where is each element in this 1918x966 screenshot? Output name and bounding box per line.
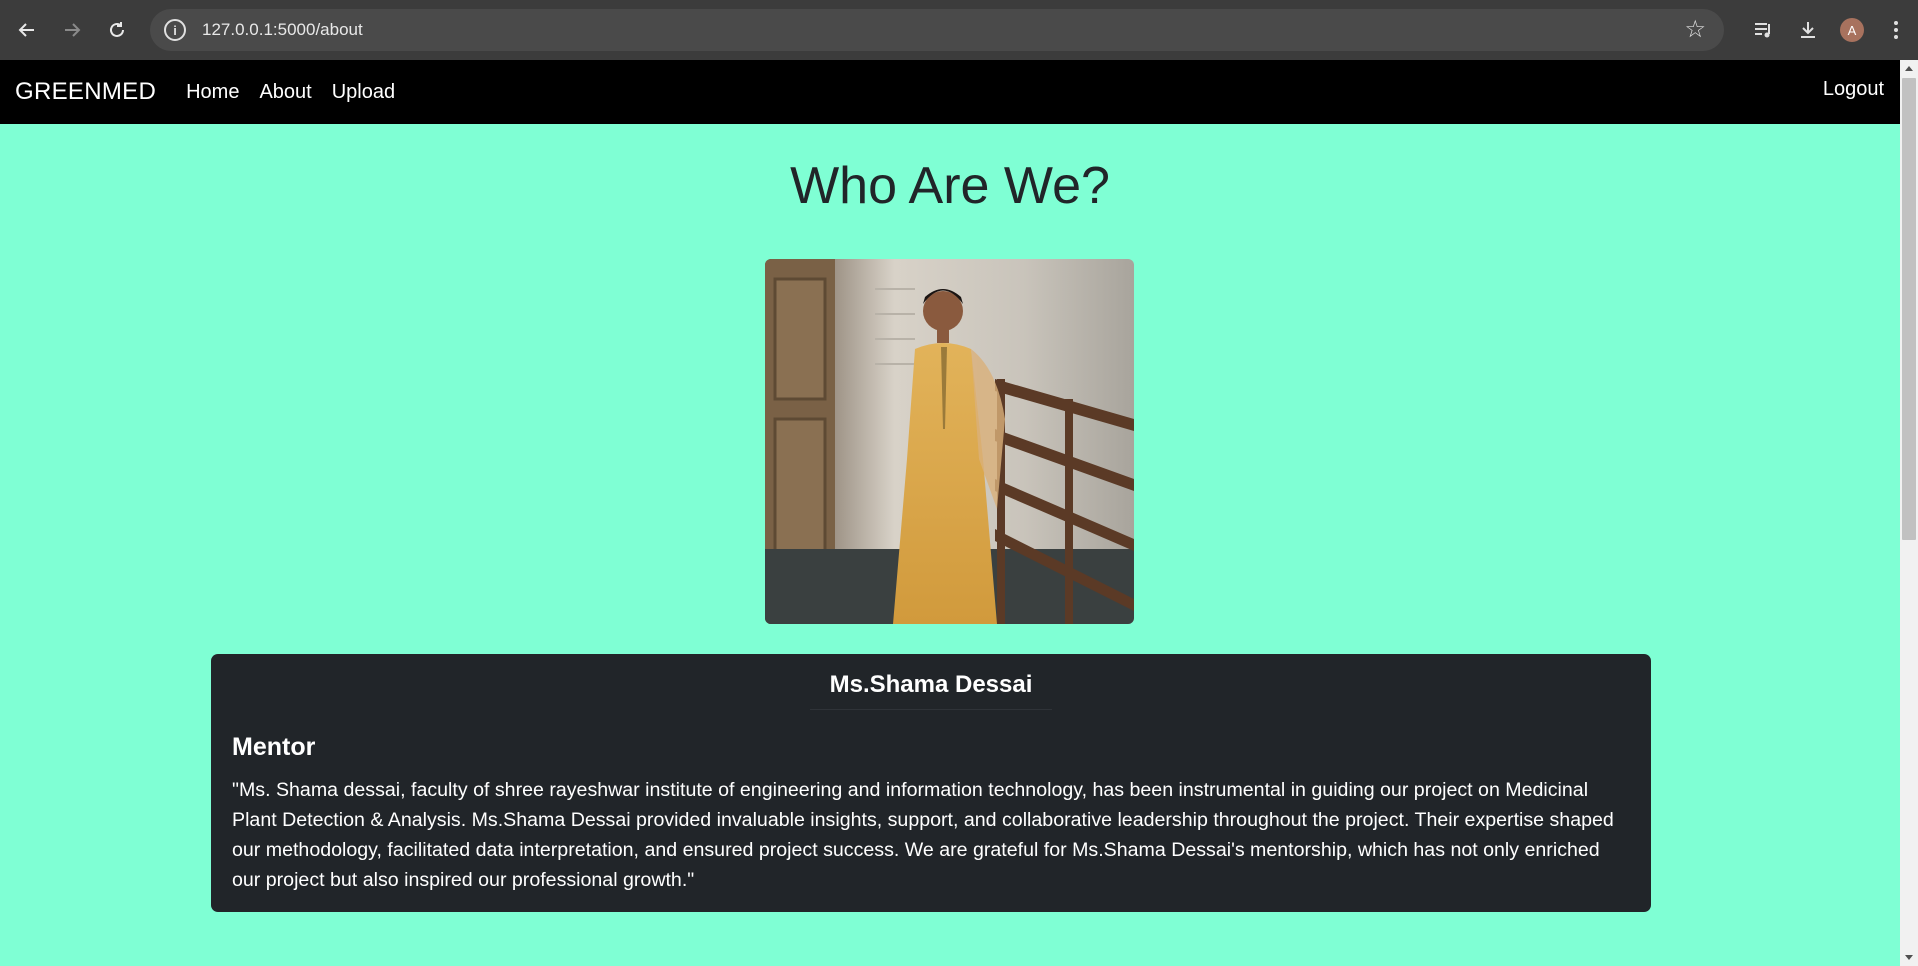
mentor-name: Ms.Shama Dessai [809, 671, 1053, 710]
mentor-role: Mentor [232, 733, 316, 761]
nav-link-upload[interactable]: Upload [332, 81, 395, 104]
brand-logo[interactable]: GREENMED [15, 78, 156, 106]
logout-link[interactable]: Logout [1823, 78, 1884, 101]
scroll-thumb[interactable] [1902, 78, 1916, 540]
url-text[interactable]: 127.0.0.1:5000/about [202, 20, 363, 40]
site-info-icon[interactable]: i [164, 19, 186, 41]
media-controls-icon[interactable] [1742, 0, 1786, 60]
nav-link-about[interactable]: About [259, 81, 311, 104]
address-bar[interactable]: i 127.0.0.1:5000/about ☆ [150, 9, 1724, 51]
forward-icon[interactable] [54, 12, 90, 48]
download-icon[interactable] [1786, 0, 1830, 60]
back-icon[interactable] [9, 12, 45, 48]
bookmark-star-icon[interactable]: ☆ [1684, 15, 1706, 44]
menu-icon[interactable] [1874, 0, 1918, 60]
page-title: Who Are We? [790, 157, 1110, 215]
mentor-photo [765, 259, 1134, 624]
card-header: Ms.Shama Dessai [211, 654, 1651, 712]
avatar: A [1840, 18, 1864, 42]
scroll-up-arrow-icon[interactable] [1905, 66, 1913, 71]
browser-toolbar: i 127.0.0.1:5000/about ☆ A [0, 0, 1918, 60]
nav-link-home[interactable]: Home [186, 81, 239, 104]
profile-avatar[interactable]: A [1830, 0, 1874, 60]
site-navbar: GREENMED Home About Upload Logout [0, 60, 1900, 124]
mentor-description: "Ms. Shama dessai, faculty of shree raye… [232, 779, 1614, 891]
page-scrollbar[interactable] [1900, 60, 1918, 966]
reload-icon[interactable] [99, 12, 135, 48]
scroll-down-arrow-icon[interactable] [1905, 955, 1913, 960]
mentor-card: Ms.Shama Dessai Mentor "Ms. Shama dessai… [211, 654, 1651, 912]
